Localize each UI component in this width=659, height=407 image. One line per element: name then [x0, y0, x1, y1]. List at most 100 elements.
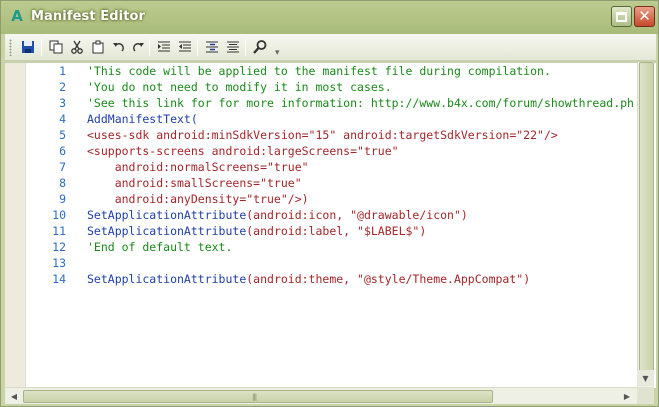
- horizontal-scroll-thumb[interactable]: |||: [23, 390, 493, 403]
- code-line[interactable]: 4 AddManifestText(: [5, 111, 637, 127]
- toolbar-overflow-icon[interactable]: ▾: [275, 48, 280, 58]
- line-number: 10: [52, 208, 66, 222]
- code-token: SetApplicationAttribute: [87, 208, 247, 222]
- code-line[interactable]: 8 android:smallScreens="true": [5, 175, 637, 191]
- code-token: ): [419, 224, 427, 238]
- code-line[interactable]: 5 <uses-sdk android:minSdkVersion="15" an…: [5, 127, 637, 143]
- line-text: 'This code will be applied to the manife…: [87, 63, 551, 79]
- code-line[interactable]: 10 SetApplicationAttribute(android:icon, …: [5, 207, 637, 223]
- line-number: 13: [52, 256, 66, 270]
- toolbar: ▾: [5, 34, 656, 61]
- code-line[interactable]: 11 SetApplicationAttribute(android:label,…: [5, 223, 637, 239]
- line-text: android:smallScreens="true": [87, 175, 302, 191]
- code-token: (android:label,: [246, 224, 358, 238]
- code-line[interactable]: 3 'See this link for for more information…: [5, 95, 637, 111]
- window-title: Manifest Editor: [31, 9, 146, 24]
- uncomment-icon: [227, 41, 239, 53]
- outdent-icon: [179, 41, 191, 52]
- code-token: 'End of default text.: [87, 240, 233, 254]
- paste-button[interactable]: [89, 38, 107, 56]
- code-token: android:anyDensity="true"/>): [87, 192, 309, 206]
- scroll-down-arrow-icon[interactable]: ▼: [637, 370, 654, 386]
- cut-button[interactable]: [68, 38, 86, 56]
- code-token: ): [460, 208, 468, 222]
- scroll-right-arrow-icon[interactable]: ▶: [619, 389, 635, 404]
- line-number: 7: [59, 160, 66, 174]
- line-number: 12: [52, 240, 66, 254]
- search-button[interactable]: [251, 38, 269, 56]
- app-icon: A: [11, 7, 23, 25]
- vertical-scroll-thumb[interactable]: [639, 62, 654, 372]
- code-token: 'You do not need to modify it in most ca…: [87, 80, 392, 94]
- cut-icon: [71, 40, 83, 54]
- line-text: <uses-sdk android:minSdkVersion="15" and…: [87, 127, 558, 143]
- line-text: android:normalScreens="true": [87, 159, 309, 175]
- vertical-scrollbar[interactable]: [637, 62, 654, 388]
- code-line[interactable]: 9 android:anyDensity="true"/>): [5, 191, 637, 207]
- code-token: "@drawable/icon": [350, 208, 461, 222]
- maximize-button[interactable]: [611, 6, 632, 27]
- maximize-icon: [616, 11, 627, 22]
- redo-button[interactable]: [129, 38, 147, 56]
- code-area[interactable]: 1 'This code will be applied to the manif…: [5, 63, 637, 389]
- line-text: SetApplicationAttribute(android:icon, "@…: [87, 207, 468, 223]
- line-number: 4: [59, 112, 66, 126]
- code-token: <uses-sdk android:minSdkVersion="15" and…: [87, 128, 558, 142]
- code-token: AddManifestText(: [87, 112, 198, 126]
- code-token: SetApplicationAttribute: [87, 272, 247, 286]
- line-text: SetApplicationAttribute(android:theme, "…: [87, 271, 530, 287]
- code-token: (android:icon,: [246, 208, 351, 222]
- close-icon: ✕: [638, 7, 651, 25]
- line-text: <supports-screens android:largeScreens="…: [87, 143, 399, 159]
- comment-button[interactable]: [203, 38, 221, 56]
- scrollbar-corner: [637, 387, 654, 404]
- line-number: 14: [52, 272, 66, 286]
- line-number: 5: [59, 128, 66, 142]
- toolbar-separator: [149, 39, 150, 56]
- line-text: SetApplicationAttribute(android:label, "…: [87, 223, 426, 239]
- code-token: SetApplicationAttribute: [87, 224, 247, 238]
- code-line[interactable]: 1 'This code will be applied to the manif…: [5, 63, 637, 79]
- comment-icon: [206, 41, 218, 53]
- line-number: 11: [52, 224, 66, 238]
- undo-button[interactable]: [110, 38, 128, 56]
- code-line[interactable]: 12 'End of default text.: [5, 239, 637, 255]
- title-bar[interactable]: A Manifest Editor ✕: [1, 1, 658, 34]
- save-button[interactable]: [19, 38, 37, 56]
- code-token: <supports-screens android:largeScreens="…: [87, 144, 399, 158]
- code-token: android:normalScreens="true": [87, 160, 309, 174]
- code-token: android:smallScreens="true": [87, 176, 302, 190]
- toolbar-separator: [41, 39, 42, 56]
- scroll-left-arrow-icon[interactable]: ◀: [6, 389, 22, 404]
- copy-button[interactable]: [47, 38, 65, 56]
- code-line[interactable]: 7 android:normalScreens="true": [5, 159, 637, 175]
- line-text: AddManifestText(: [87, 111, 198, 127]
- horizontal-scrollbar[interactable]: ◀ ||| ▶: [5, 387, 637, 404]
- uncomment-button[interactable]: [224, 38, 242, 56]
- paste-icon: [92, 40, 104, 54]
- code-token: "@style/Theme.AppCompat": [357, 272, 524, 286]
- code-line[interactable]: 14 SetApplicationAttribute(android:theme,…: [5, 271, 637, 287]
- code-token: 'This code will be applied to the manife…: [87, 64, 551, 78]
- code-line[interactable]: 2 'You do not need to modify it in most c…: [5, 79, 637, 95]
- line-number: 6: [59, 144, 66, 158]
- code-token: 'See this link for for more information:…: [87, 96, 634, 110]
- save-icon: [22, 41, 34, 53]
- toolbar-separator: [245, 39, 246, 56]
- indent-button[interactable]: [155, 38, 173, 56]
- line-number: 9: [59, 192, 66, 206]
- line-number: 3: [59, 96, 66, 110]
- scroll-thumb-grip-icon: |||: [252, 393, 257, 401]
- code-token: (android:theme,: [246, 272, 358, 286]
- close-button[interactable]: ✕: [634, 6, 655, 27]
- toolbar-grip-icon[interactable]: [9, 39, 12, 56]
- line-number: 2: [59, 80, 66, 94]
- copy-icon: [49, 40, 63, 54]
- redo-icon: [133, 43, 144, 52]
- line-text: 'You do not need to modify it in most ca…: [87, 79, 392, 95]
- code-editor[interactable]: 1 'This code will be applied to the manif…: [5, 62, 656, 389]
- code-token: ): [523, 272, 531, 286]
- code-line[interactable]: 6 <supports-screens android:largeScreens=…: [5, 143, 637, 159]
- outdent-button[interactable]: [176, 38, 194, 56]
- code-line[interactable]: 13: [5, 255, 637, 271]
